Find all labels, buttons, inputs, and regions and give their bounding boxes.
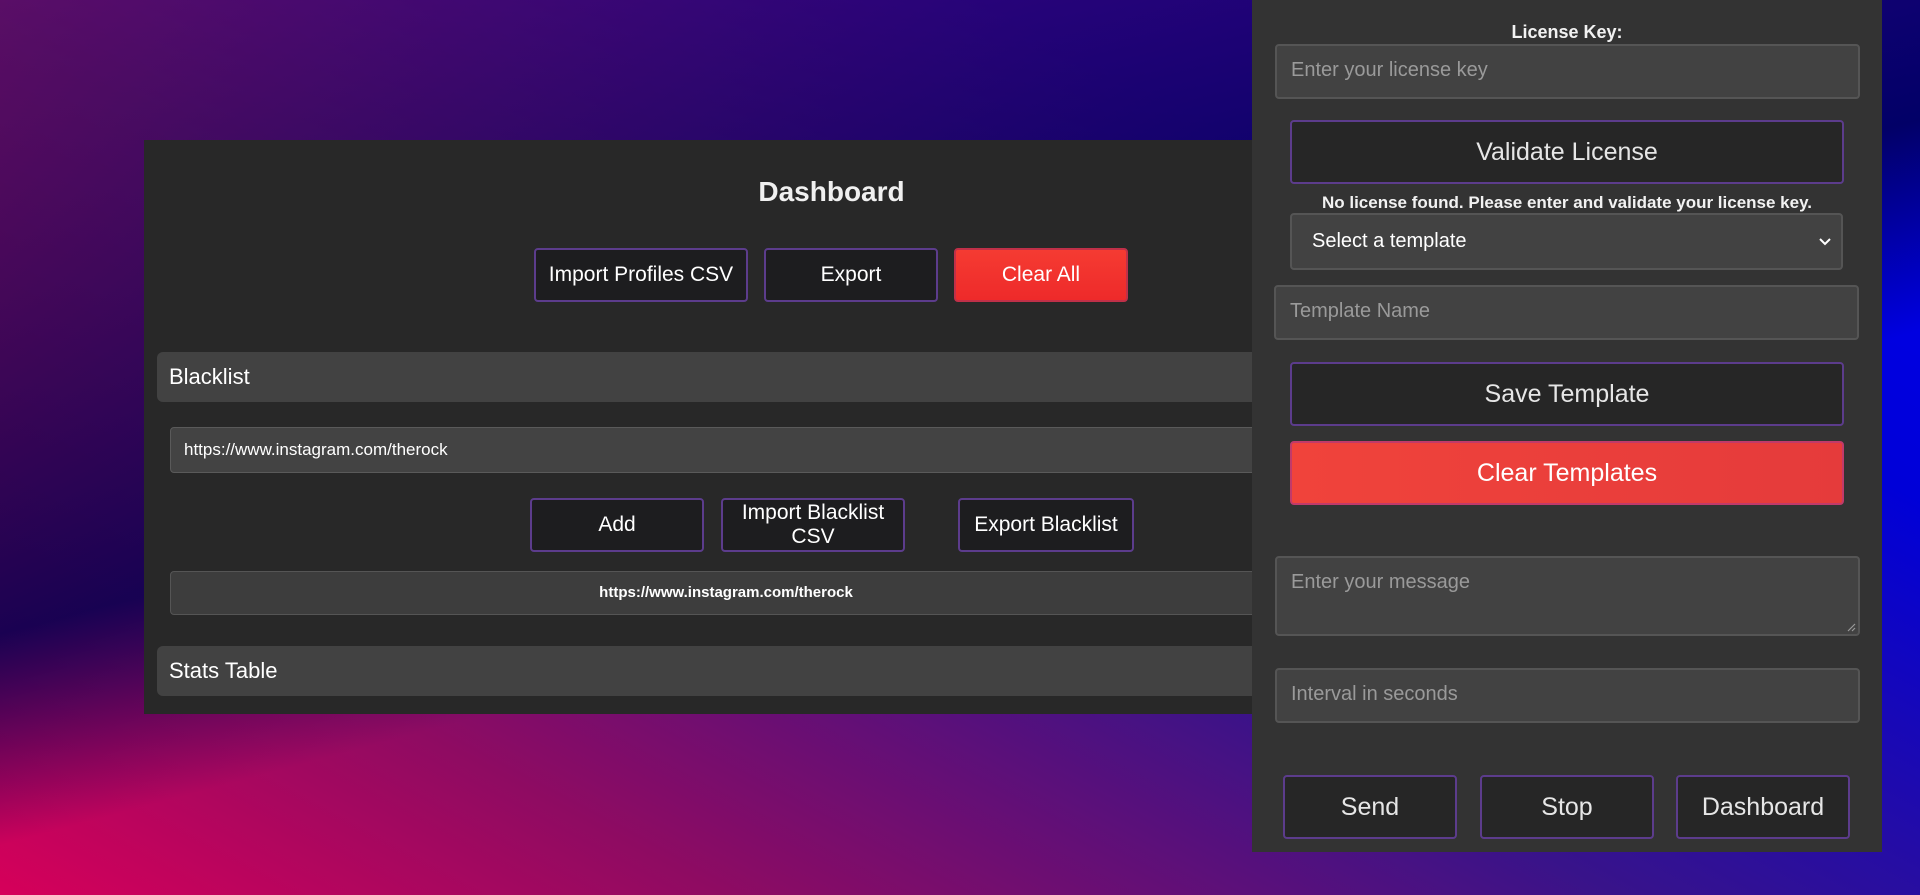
clear-templates-button[interactable]: Clear Templates: [1290, 441, 1844, 505]
blacklist-section-header[interactable]: Blacklist: [157, 352, 1267, 402]
save-template-button[interactable]: Save Template: [1290, 362, 1844, 426]
template-select[interactable]: Select a template: [1290, 213, 1843, 270]
send-button[interactable]: Send: [1283, 775, 1457, 839]
interval-input[interactable]: Interval in seconds: [1275, 668, 1860, 723]
clear-all-button[interactable]: Clear All: [954, 248, 1128, 302]
license-sidebar: License Key: Enter your license key Vali…: [1252, 0, 1882, 852]
blacklist-url-input[interactable]: https://www.instagram.com/therock: [170, 427, 1270, 473]
dashboard-button[interactable]: Dashboard: [1676, 775, 1850, 839]
add-blacklist-button[interactable]: Add: [530, 498, 704, 552]
license-key-label: License Key:: [1511, 22, 1623, 42]
chevron-down-icon: [1819, 238, 1831, 246]
license-key-input[interactable]: Enter your license key: [1275, 44, 1860, 99]
license-key-placeholder: Enter your license key: [1291, 59, 1488, 81]
template-select-value: Select a template: [1312, 230, 1467, 252]
import-profiles-csv-button[interactable]: Import Profiles CSV: [534, 248, 748, 302]
stop-button[interactable]: Stop: [1480, 775, 1654, 839]
blacklist-item-url: https://www.instagram.com/therock: [599, 584, 853, 601]
blacklist-header-label: Blacklist: [169, 364, 250, 389]
template-name-input[interactable]: Template Name: [1274, 285, 1859, 340]
message-placeholder: Enter your message: [1291, 571, 1470, 593]
blacklist-item: https://www.instagram.com/therock: [170, 571, 1270, 615]
validate-license-button[interactable]: Validate License: [1290, 120, 1844, 184]
stats-table-section-header[interactable]: Stats Table: [157, 646, 1267, 696]
dashboard-panel: Dashboard Import Profiles CSV Export Cle…: [144, 140, 1270, 714]
stats-table-header-label: Stats Table: [169, 658, 278, 683]
license-status-message: No license found. Please enter and valid…: [1321, 193, 1813, 212]
message-textarea[interactable]: Enter your message: [1275, 556, 1860, 636]
import-blacklist-csv-button[interactable]: Import Blacklist CSV: [721, 498, 905, 552]
export-blacklist-button[interactable]: Export Blacklist: [958, 498, 1134, 552]
resize-handle-icon[interactable]: [1844, 620, 1856, 632]
template-name-placeholder: Template Name: [1290, 300, 1431, 322]
interval-placeholder: Interval in seconds: [1291, 683, 1458, 705]
blacklist-input-value: https://www.instagram.com/therock: [184, 440, 448, 459]
export-button[interactable]: Export: [764, 248, 938, 302]
